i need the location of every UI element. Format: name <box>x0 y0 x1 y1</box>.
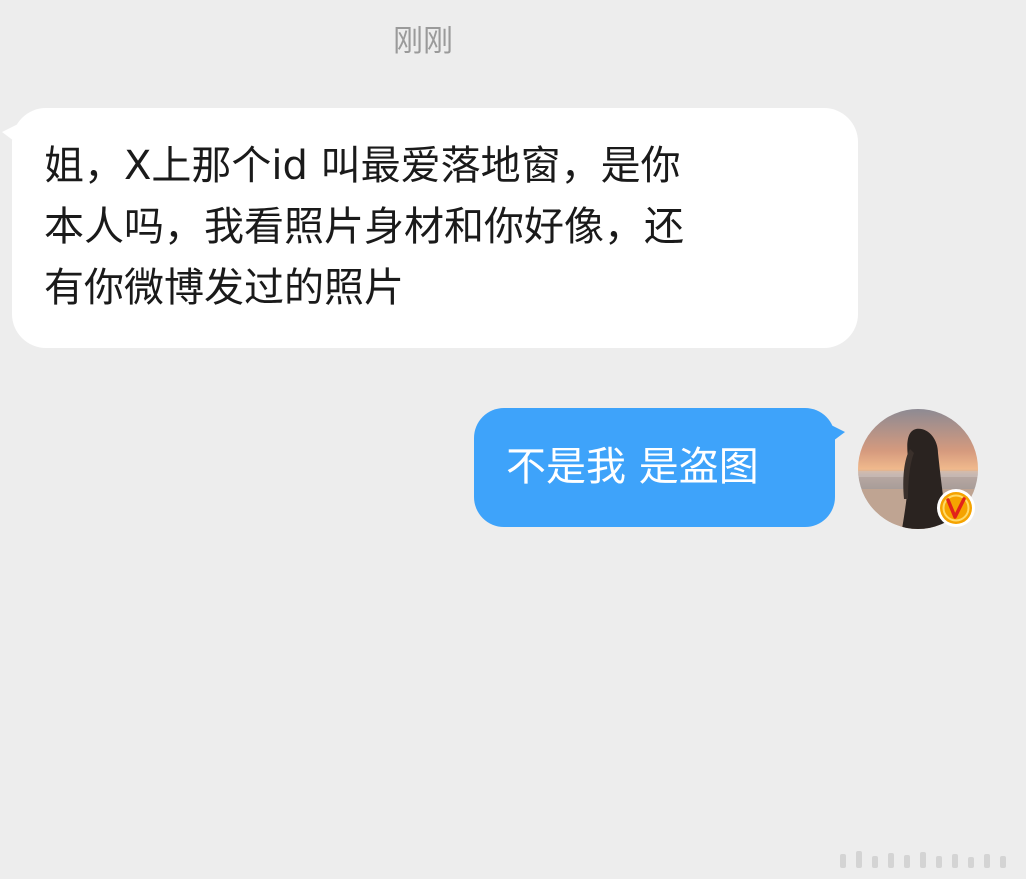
message-text: 不是我 是盗图 <box>506 444 759 490</box>
bubble-tail <box>2 124 18 144</box>
watermark-logo <box>840 851 1006 868</box>
incoming-message-bubble[interactable]: 姐，X上那个id 叫最爱落地窗，是你 本人吗，我看照片身材和你好像，还 有你微博… <box>2 108 858 348</box>
message-line: 有你微博发过的照片 <box>44 265 404 311</box>
verified-v-icon <box>937 489 975 527</box>
bubble-tail <box>829 424 845 444</box>
outgoing-message-bubble[interactable]: 不是我 是盗图 <box>474 408 845 527</box>
message-line: 姐，X上那个id 叫最爱落地窗，是你 <box>44 143 681 189</box>
message-timestamp: 刚刚 <box>393 24 453 59</box>
message-line: 本人吗，我看照片身材和你好像，还 <box>44 204 684 250</box>
